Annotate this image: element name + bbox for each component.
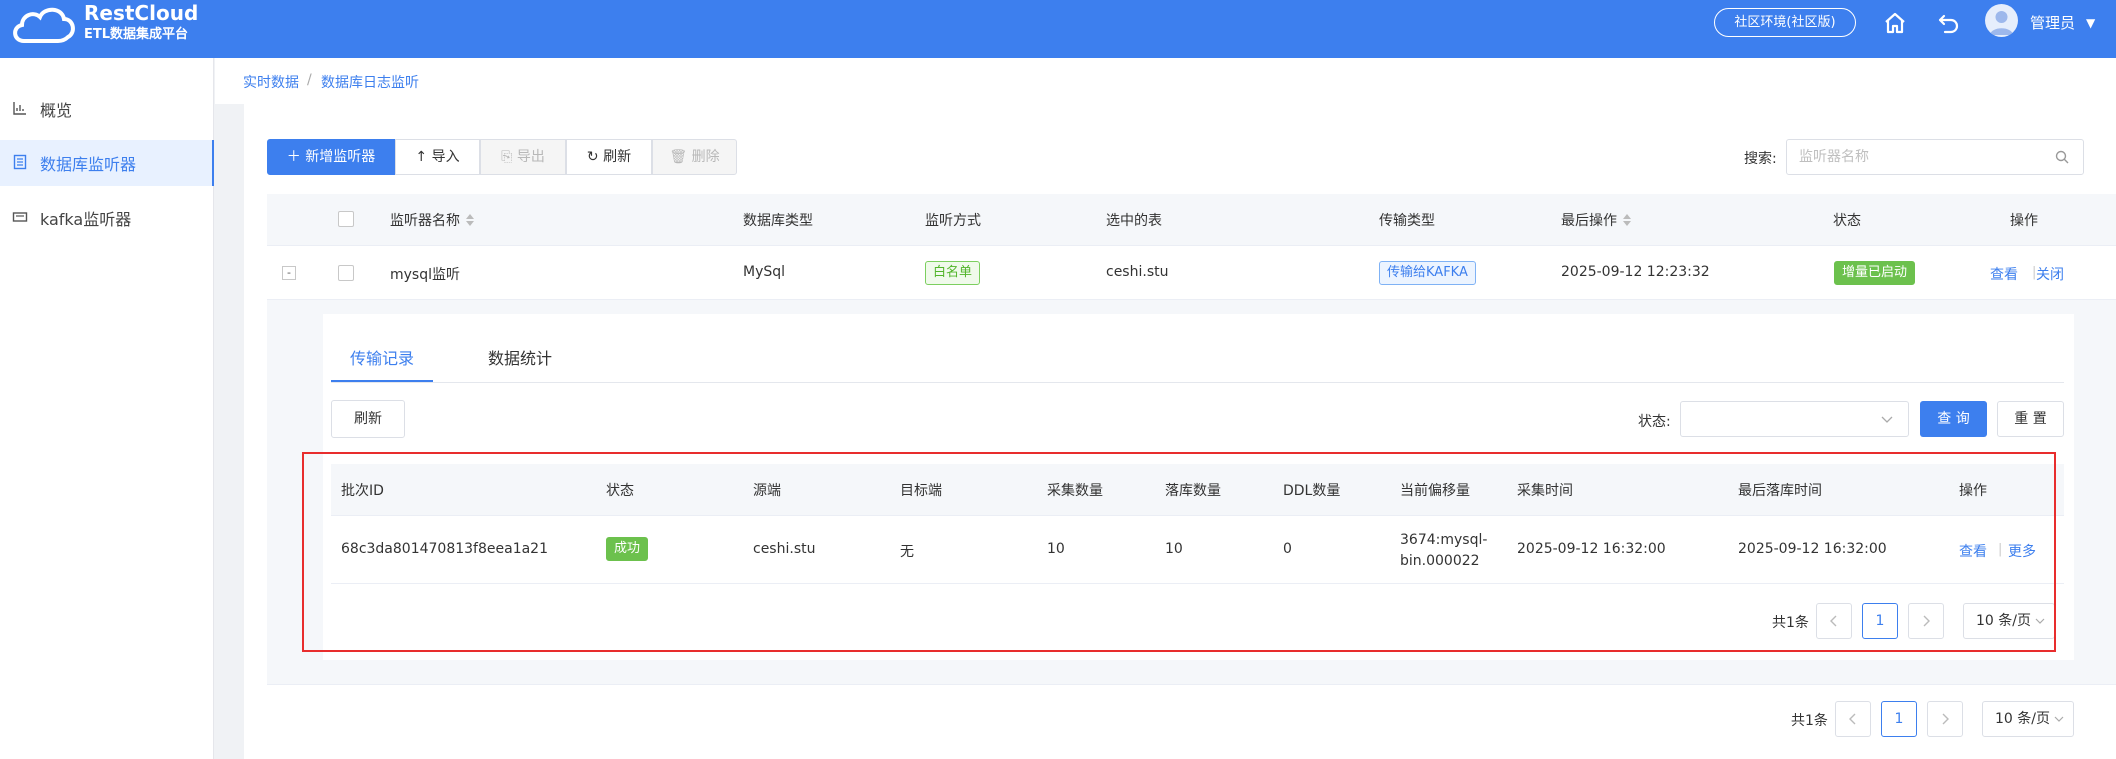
chevron-right-icon — [1942, 713, 1949, 725]
breadcrumb-item-realtime[interactable]: 实时数据 — [243, 72, 299, 92]
sidebar-item-label: 数据库监听器 — [40, 155, 137, 174]
query-button[interactable]: 查 询 — [1920, 401, 1987, 437]
environment-badge[interactable]: 社区环境(社区版) — [1714, 8, 1856, 37]
listener-name: mysql监听 — [390, 267, 460, 283]
page-size-select[interactable]: 10 条/页 — [1982, 701, 2074, 737]
sort-icon[interactable] — [466, 214, 474, 226]
sidebar-item-kafka-listener[interactable]: kafka监听器 — [0, 195, 214, 241]
status-filter-label: 状态: — [1638, 414, 1671, 430]
transfer-type-tag: 传输给KAFKA — [1379, 261, 1476, 285]
delete-label: 删除 — [691, 149, 720, 165]
export-label: 导出 — [516, 149, 545, 165]
user-icon — [1990, 11, 2013, 35]
page-size-label: 10 条/页 — [1995, 711, 2050, 727]
import-label: 导入 — [431, 149, 460, 165]
user-name[interactable]: 管理员 — [2030, 12, 2075, 33]
import-button[interactable]: ↑ 导入 — [395, 139, 480, 175]
sidebar-item-db-listener[interactable]: 数据库监听器 — [0, 140, 214, 186]
chart-icon — [13, 102, 26, 115]
highlight-box — [302, 452, 2056, 652]
refresh-icon: ↻ — [586, 149, 599, 165]
caret-down-icon[interactable]: ▼ — [2086, 16, 2095, 30]
back-icon[interactable] — [1936, 10, 1962, 36]
column-header-last-op[interactable]: 最后操作 — [1561, 210, 1631, 230]
chevron-down-icon[interactable] — [1880, 412, 1894, 426]
tab-transfer-records[interactable]: 传输记录 — [350, 345, 414, 369]
tabs-divider — [331, 382, 2064, 383]
tab-data-statistics[interactable]: 数据统计 — [488, 345, 552, 369]
search-label: 搜索: — [1744, 151, 1777, 167]
plus-icon: ＋ — [286, 149, 301, 165]
next-page-button[interactable] — [1927, 701, 1963, 737]
search-icon[interactable] — [2054, 149, 2070, 165]
inbox-icon — [12, 212, 28, 222]
trash-icon: 🗑 — [669, 149, 688, 165]
table-bottom-divider — [267, 684, 2116, 685]
export-icon: ⎘ — [501, 149, 513, 165]
list-icon — [13, 154, 27, 170]
active-tab-indicator — [331, 380, 433, 382]
column-header-db-type: 数据库类型 — [743, 213, 813, 229]
status-badge: 增量已启动 — [1834, 261, 1916, 285]
detail-refresh-button[interactable]: 刷新 — [331, 400, 405, 438]
avatar[interactable] — [1985, 4, 2018, 37]
arrow-up-icon: ↑ — [415, 149, 428, 165]
chevron-down-icon — [2054, 716, 2064, 722]
breadcrumb-item-db-log[interactable]: 数据库日志监听 — [321, 72, 419, 92]
pagination-total: 共1条 — [1791, 713, 1828, 729]
home-icon[interactable] — [1882, 10, 1908, 36]
column-header-status: 状态 — [1833, 213, 1861, 229]
mode-tag: 白名单 — [925, 261, 981, 285]
column-header-mode: 监听方式 — [925, 213, 981, 229]
brand-name: RestCloud — [84, 1, 199, 25]
breadcrumb — [215, 58, 2116, 104]
status-select[interactable] — [1680, 401, 1909, 437]
breadcrumb-separator: / — [307, 72, 312, 88]
sort-icon[interactable] — [1623, 214, 1631, 226]
column-header-label: 监听器名称 — [390, 213, 460, 229]
refresh-label: 刷新 — [603, 149, 632, 165]
select-all-checkbox[interactable] — [338, 211, 354, 227]
sidebar-item-overview[interactable]: 概览 — [0, 86, 214, 132]
add-listener-label: 新增监听器 — [305, 149, 376, 165]
collapse-row-toggle[interactable]: - — [282, 266, 296, 280]
selected-table: ceshi.stu — [1106, 264, 1169, 280]
sidebar-item-label: 概览 — [40, 101, 73, 120]
prev-page-button[interactable] — [1835, 701, 1871, 737]
search-input[interactable] — [1786, 139, 2084, 175]
refresh-button[interactable]: ↻ 刷新 — [566, 139, 652, 175]
column-header-tables: 选中的表 — [1106, 213, 1162, 229]
cloud-logo-icon[interactable] — [10, 3, 78, 45]
delete-button[interactable]: 🗑 删除 — [652, 139, 737, 175]
reset-button[interactable]: 重 置 — [1997, 401, 2064, 437]
page-number[interactable]: 1 — [1881, 701, 1917, 737]
add-listener-button[interactable]: ＋ 新增监听器 — [267, 139, 395, 175]
column-header-name[interactable]: 监听器名称 — [390, 210, 474, 230]
column-header-actions: 操作 — [2010, 213, 2038, 229]
chevron-left-icon — [1849, 713, 1856, 725]
column-header-transfer: 传输类型 — [1379, 213, 1435, 229]
db-type: MySql — [743, 264, 786, 280]
view-link[interactable]: 查看 — [1990, 264, 2018, 284]
close-link[interactable]: 关闭 — [2036, 264, 2064, 284]
brand-subtitle: ETL数据集成平台 — [84, 27, 189, 42]
last-operation-time: 2025-09-12 12:23:32 — [1561, 264, 1710, 280]
export-button[interactable]: ⎘ 导出 — [480, 139, 566, 175]
column-header-label: 最后操作 — [1561, 213, 1617, 229]
row-checkbox[interactable] — [338, 265, 354, 281]
sidebar-item-label: kafka监听器 — [40, 210, 132, 229]
